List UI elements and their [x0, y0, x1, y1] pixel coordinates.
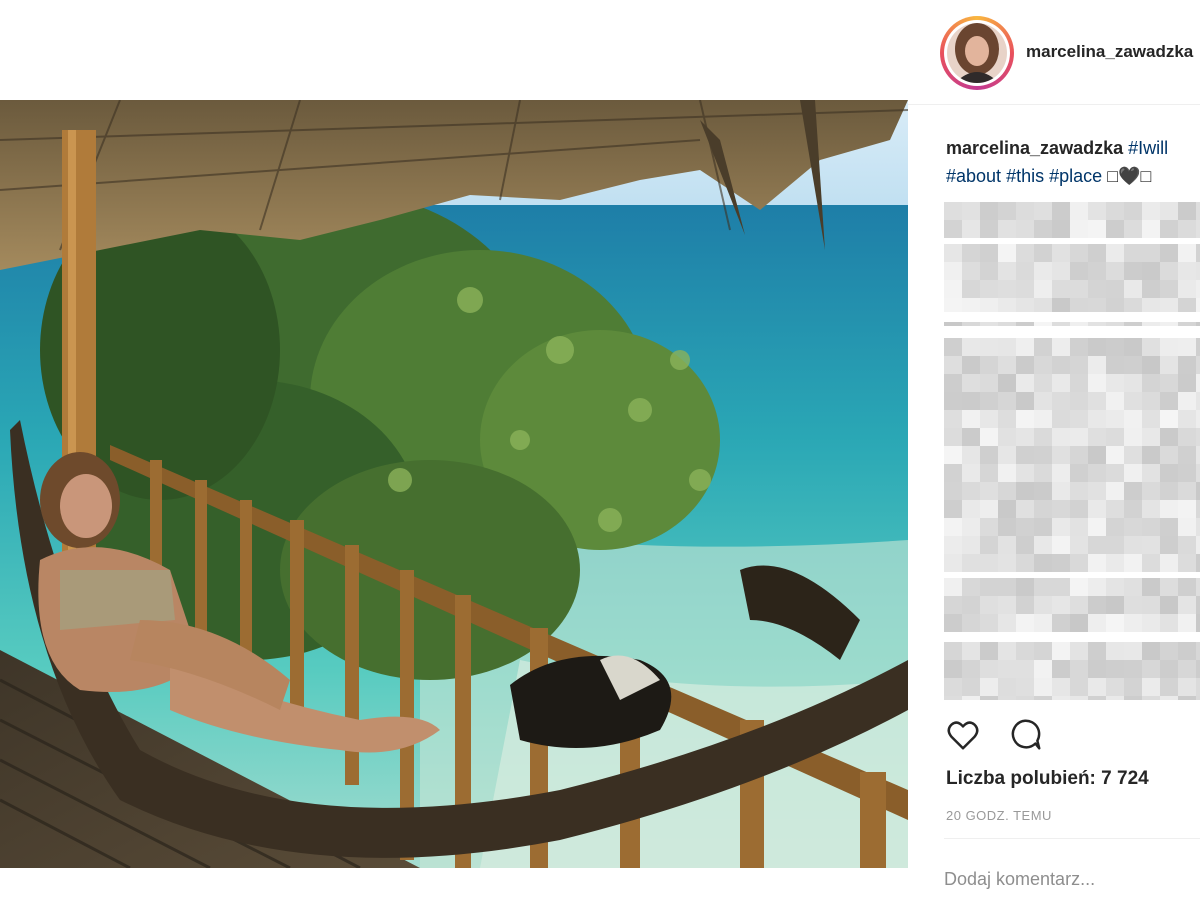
post-sidebar: marcelina_zawadzka marcelina_zawadzka #I…	[908, 0, 1200, 899]
avatar[interactable]	[944, 20, 1010, 86]
hashtag-link[interactable]: #Iwill	[1128, 138, 1168, 158]
post-author-username[interactable]: marcelina_zawadzka	[1026, 42, 1193, 62]
like-count[interactable]: Liczba polubień: 7 724	[946, 768, 1149, 790]
caption-emoji: □🖤□	[1107, 166, 1152, 186]
hashtag-link[interactable]: #place	[1049, 166, 1102, 186]
post-caption: marcelina_zawadzka #Iwill #about #this #…	[946, 134, 1200, 190]
post-photo[interactable]	[0, 100, 908, 868]
caption-line-2: #about #this #place □🖤□	[946, 162, 1200, 190]
divider	[944, 838, 1200, 839]
hashtag-link[interactable]: #this	[1006, 166, 1044, 186]
like-button[interactable]	[944, 716, 984, 756]
comment-bubble-icon	[1011, 719, 1041, 750]
story-ring[interactable]	[940, 16, 1014, 90]
comments-pixelated	[944, 202, 1200, 700]
post-header: marcelina_zawadzka	[908, 0, 1200, 105]
comment-button[interactable]	[1006, 716, 1046, 756]
hashtag-link[interactable]: #about	[946, 166, 1001, 186]
add-comment-input[interactable]	[944, 864, 1194, 894]
post-timestamp[interactable]: 20 GODZ. TEMU	[946, 808, 1052, 823]
caption-username[interactable]: marcelina_zawadzka	[946, 138, 1123, 158]
heart-icon	[947, 721, 979, 750]
caption-line-1: marcelina_zawadzka #Iwill	[946, 134, 1200, 162]
post-actions	[944, 716, 1200, 756]
